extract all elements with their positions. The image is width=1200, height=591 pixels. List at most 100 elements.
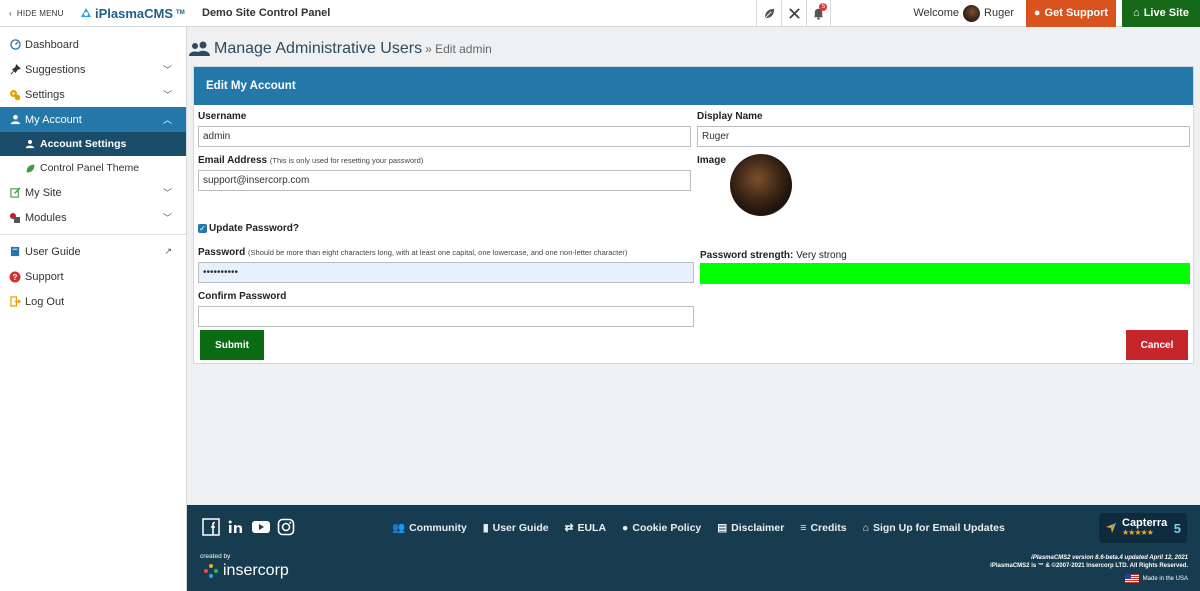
- capterra-badge[interactable]: Capterra ★★★★★ 5: [1099, 513, 1187, 543]
- notification-badge: 5: [819, 2, 828, 11]
- sidebar-divider: [0, 234, 186, 235]
- submit-button[interactable]: Submit: [200, 330, 264, 360]
- sidebar-item-label: My Account: [25, 113, 82, 126]
- sidebar-item-my-account[interactable]: My Account ︿: [0, 107, 186, 132]
- sidebar-item-user-guide[interactable]: User Guide ↗: [0, 239, 186, 264]
- hide-menu-label: HIDE MENU: [16, 8, 64, 18]
- display-name-field[interactable]: Ruger: [697, 126, 1190, 147]
- sidebar-item-label: Settings: [25, 88, 65, 101]
- password-field[interactable]: ••••••••••: [198, 262, 694, 283]
- insercorp-name: insercorp: [223, 562, 289, 579]
- email-label: Email Address: [198, 155, 268, 166]
- chevron-left-icon: ‹: [9, 8, 12, 18]
- capterra-name: Capterra: [1122, 517, 1168, 529]
- get-support-label: Get Support: [1044, 7, 1109, 19]
- tools-icon: [789, 7, 800, 19]
- confirm-password-label: Confirm Password: [198, 291, 287, 302]
- leaf-icon: [24, 162, 36, 174]
- user-icon: [9, 114, 21, 126]
- chevron-down-icon: ﹀: [162, 213, 172, 223]
- sidebar-item-label: User Guide: [25, 245, 81, 258]
- users-icon: [189, 41, 210, 56]
- insercorp-logo-icon: [204, 564, 218, 578]
- footer-link-label: Cookie Policy: [632, 521, 702, 534]
- breadcrumb: » Edit admin: [425, 42, 492, 56]
- display-name-label: Display Name: [697, 111, 763, 122]
- question-circle-icon: ?: [9, 271, 21, 283]
- user-icon: [24, 138, 36, 150]
- iplasma-logo-icon: [81, 8, 91, 17]
- footer-link-label: Community: [409, 521, 467, 534]
- welcome-label: Welcome: [913, 7, 960, 19]
- facebook-icon[interactable]: [201, 517, 221, 537]
- update-password-label: Update Password?: [209, 223, 300, 234]
- external-link-icon: ↗: [164, 246, 172, 256]
- get-support-button[interactable]: ● Get Support: [1026, 0, 1116, 27]
- edit-account-panel: Edit My Account Username admin Display N…: [193, 66, 1194, 364]
- page-title: Manage Administrative Users: [214, 40, 423, 57]
- pin-icon: [9, 64, 21, 76]
- footer-link-label: Sign Up for Email Updates: [872, 521, 1005, 534]
- username-field[interactable]: admin: [198, 126, 691, 147]
- brand-logo[interactable]: iPlasmaCMS TM: [80, 6, 186, 21]
- gears-icon: [9, 89, 21, 101]
- brand-name: iPlasmaCMS: [95, 5, 174, 21]
- footer-link-disclaimer[interactable]: ▤ Disclaimer: [717, 521, 784, 534]
- sidebar-item-label: Support: [25, 270, 64, 283]
- hide-menu-button[interactable]: ‹ HIDE MENU: [0, 9, 80, 18]
- sidebar-item-label: My Site: [25, 186, 62, 199]
- sidebar-item-account-settings[interactable]: Account Settings: [0, 132, 186, 156]
- footer-link-email-signup[interactable]: ⌂ Sign Up for Email Updates: [863, 521, 1005, 534]
- footer-link-cookie-policy[interactable]: ● Cookie Policy: [622, 521, 701, 534]
- footer-link-user-guide[interactable]: ▮ User Guide: [483, 521, 549, 534]
- sidebar-item-settings[interactable]: Settings ﹀: [0, 82, 186, 107]
- tools-button[interactable]: [781, 0, 806, 27]
- sidebar-item-log-out[interactable]: Log Out: [0, 289, 186, 314]
- username-label: Username: [198, 111, 247, 122]
- question-icon: ●: [1033, 7, 1041, 19]
- profile-image[interactable]: [730, 154, 792, 216]
- dashboard-icon: [9, 39, 21, 51]
- youtube-icon[interactable]: [251, 517, 271, 537]
- footer: 👥 Community ▮ User Guide ⇄ EULA ● Cookie Pol…: [187, 505, 1200, 591]
- clipboard-icon: ▤: [717, 521, 728, 534]
- cancel-button[interactable]: Cancel: [1126, 330, 1188, 360]
- password-label-row: Password (Should be more than eight char…: [198, 247, 627, 258]
- svg-text:?: ?: [13, 273, 18, 282]
- update-password-checkbox[interactable]: ✓: [198, 224, 207, 233]
- created-by-label: created by: [200, 553, 231, 560]
- capterra-stars: ★★★★★: [1122, 528, 1154, 537]
- sidebar-item-control-panel-theme[interactable]: Control Panel Theme: [0, 156, 186, 180]
- welcome-user[interactable]: Welcome Ruger: [831, 4, 1026, 22]
- sidebar-item-suggestions[interactable]: Suggestions ﹀: [0, 57, 186, 82]
- sidebar-item-label: Dashboard: [25, 38, 79, 51]
- chevron-down-icon: ﹀: [162, 65, 172, 75]
- email-field[interactable]: support@insercorp.com: [198, 170, 691, 191]
- footer-link-credits[interactable]: ≡ Credits: [800, 521, 846, 534]
- email-label-row: Email Address (This is only used for res…: [198, 155, 423, 166]
- site-title: Demo Site Control Panel: [202, 7, 331, 19]
- footer-link-label: User Guide: [492, 521, 549, 534]
- live-site-button[interactable]: ⌂ Live Site: [1122, 0, 1200, 27]
- envelope-open-icon: ⌂: [862, 521, 869, 534]
- notifications-button[interactable]: 5: [806, 0, 832, 27]
- theme-button[interactable]: [756, 0, 781, 27]
- page-heading: Manage Administrative Users » Edit admin: [189, 40, 492, 58]
- modules-icon: [9, 212, 21, 224]
- footer-link-eula[interactable]: ⇄ EULA: [565, 521, 606, 534]
- social-links: [201, 517, 296, 537]
- sidebar-item-modules[interactable]: Modules ﹀: [0, 205, 186, 230]
- sidebar-item-my-site[interactable]: My Site ﹀: [0, 180, 186, 205]
- sidebar-item-dashboard[interactable]: Dashboard: [0, 32, 186, 57]
- sidebar-item-label: Suggestions: [25, 63, 86, 76]
- footer-link-community[interactable]: 👥 Community: [392, 521, 467, 535]
- legal-info: iPlasmaCMS2 version 8.6-beta.4 updated A…: [990, 554, 1188, 583]
- instagram-icon[interactable]: [276, 517, 296, 537]
- footer-link-label: Disclaimer: [731, 521, 785, 534]
- insercorp-logo[interactable]: insercorp: [203, 562, 289, 580]
- footer-link-label: EULA: [577, 521, 607, 534]
- linkedin-icon[interactable]: [226, 517, 246, 537]
- leaf-icon: [764, 8, 775, 18]
- sidebar-item-support[interactable]: ? Support: [0, 264, 186, 289]
- confirm-password-field[interactable]: [198, 306, 694, 327]
